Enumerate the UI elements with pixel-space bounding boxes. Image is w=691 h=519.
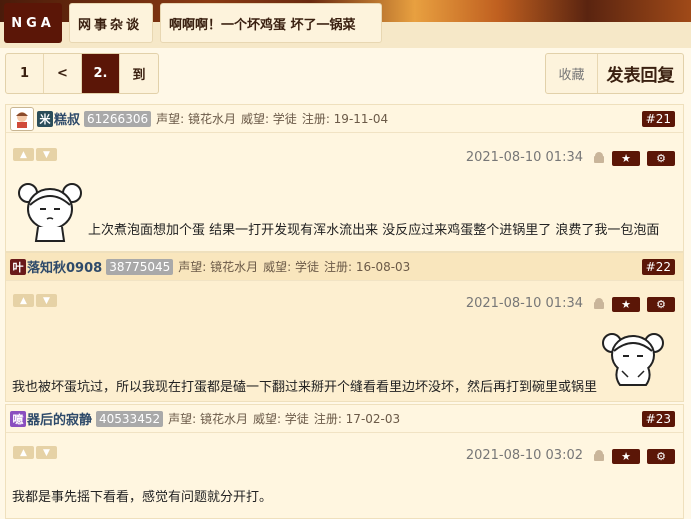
breadcrumb-thread-title[interactable]: 啊啊啊！一个坏鸡蛋 坏了一锅菜 <box>160 3 382 43</box>
register-date: 注册: 17-02-03 <box>313 412 401 426</box>
post-content: 上次煮泡面想加个蛋 结果一打开发现有浑水流出来 没反应过来鸡蛋整个进锅里了 浪费… <box>88 223 660 238</box>
post-datetime: 2021-08-10 03:02 <box>465 448 583 463</box>
page-goto-button[interactable]: 到 <box>120 54 158 93</box>
star-icon[interactable]: ★ <box>612 151 640 166</box>
thumbs-up-icon[interactable]: ▲ <box>13 446 34 459</box>
page-button-1[interactable]: 1 <box>6 54 44 93</box>
user-id[interactable]: 40533452 <box>96 410 164 427</box>
post-content: 我也被坏蛋坑过，所以我现在打蛋都是磕一下翻过来掰开个缝看看里边坏没坏，然后再打到… <box>12 380 598 395</box>
register-date: 注册: 16-08-03 <box>323 260 411 274</box>
thumbs-down-icon[interactable]: ▼ <box>36 446 57 459</box>
post-header: 叶 落知秋0908 38775045 声望: 镜花水月 威望: 学徒 注册: 16-… <box>6 253 683 281</box>
gear-icon[interactable]: ⚙ <box>647 151 675 166</box>
post-datetime: 2021-08-10 01:34 <box>465 150 583 165</box>
android-icon <box>593 449 605 463</box>
gear-icon[interactable]: ⚙ <box>647 449 675 464</box>
user-meta: 声望: 镜花水月 威望: 学徒 注册: 19-11-04 <box>156 110 393 127</box>
floor-number[interactable]: #22 <box>641 259 675 275</box>
post-content: 我都是事先摇下看看，感觉有问题就分开打。 <box>12 490 273 505</box>
reputation: 声望: 镜花水月 <box>168 412 248 426</box>
user-id[interactable]: 38775045 <box>106 258 174 275</box>
page-button-current[interactable]: 2. <box>82 54 120 93</box>
register-date: 注册: 19-11-04 <box>301 112 389 126</box>
breadcrumb-forum[interactable]: 网事杂谈 <box>69 3 153 43</box>
pagination: 1 < 2. 到 <box>5 53 159 94</box>
reply-button[interactable]: 发表回复 <box>598 54 683 93</box>
reputation: 声望: 镜花水月 <box>178 260 259 274</box>
favorite-button[interactable]: 收藏 <box>546 54 598 93</box>
star-icon[interactable]: ★ <box>612 449 640 464</box>
vote-group: ▲ ▼ <box>13 294 57 307</box>
username[interactable]: 器后的寂静 <box>27 409 92 428</box>
floor-number[interactable]: #23 <box>641 411 675 427</box>
post-floor-21: 米 糕叔 61266306 声望: 镜花水月 威望: 学徒 注册: 19-11-04… <box>5 104 684 252</box>
android-icon <box>593 151 605 165</box>
prestige: 威望: 学徒 <box>263 260 319 274</box>
vote-group: ▲ ▼ <box>13 446 57 459</box>
thumbs-up-icon[interactable]: ▲ <box>13 294 34 307</box>
floor-number[interactable]: #21 <box>641 111 675 127</box>
user-id[interactable]: 61266306 <box>84 110 152 127</box>
star-icon[interactable]: ★ <box>612 297 640 312</box>
gear-icon[interactable]: ⚙ <box>647 297 675 312</box>
sticker-image <box>14 179 86 247</box>
prestige: 威望: 学徒 <box>240 112 297 126</box>
thumbs-down-icon[interactable]: ▼ <box>36 294 57 307</box>
post-datetime: 2021-08-10 01:34 <box>465 296 583 311</box>
user-badge: 米 <box>37 110 53 127</box>
post-header: 噫 器后的寂静 40533452 声望: 镜花水月 威望: 学徒 注册: 17-02… <box>6 405 683 433</box>
nga-logo[interactable]: NGA <box>4 3 62 43</box>
reputation: 声望: 镜花水月 <box>156 112 236 126</box>
page-prev-button[interactable]: < <box>44 54 82 93</box>
thumbs-up-icon[interactable]: ▲ <box>13 148 34 161</box>
username[interactable]: 落知秋0908 <box>27 257 102 276</box>
android-icon <box>593 297 605 311</box>
user-meta: 声望: 镜花水月 威望: 学徒 注册: 16-08-03 <box>178 258 415 275</box>
post-header: 米 糕叔 61266306 声望: 镜花水月 威望: 学徒 注册: 19-11-04… <box>6 105 683 133</box>
user-badge: 叶 <box>10 258 26 275</box>
user-meta: 声望: 镜花水月 威望: 学徒 注册: 17-02-03 <box>168 410 405 427</box>
sticker-image <box>600 325 668 395</box>
avatar[interactable] <box>10 106 34 131</box>
thumbs-down-icon[interactable]: ▼ <box>36 148 57 161</box>
post-floor-23: 噫 器后的寂静 40533452 声望: 镜花水月 威望: 学徒 注册: 17-02… <box>5 404 684 519</box>
user-badge: 噫 <box>10 410 26 427</box>
thread-actions: 收藏 发表回复 <box>545 53 684 94</box>
post-floor-22: 叶 落知秋0908 38775045 声望: 镜花水月 威望: 学徒 注册: 16-… <box>5 252 684 402</box>
username[interactable]: 糕叔 <box>54 109 80 128</box>
vote-group: ▲ ▼ <box>13 148 57 161</box>
prestige: 威望: 学徒 <box>252 412 309 426</box>
